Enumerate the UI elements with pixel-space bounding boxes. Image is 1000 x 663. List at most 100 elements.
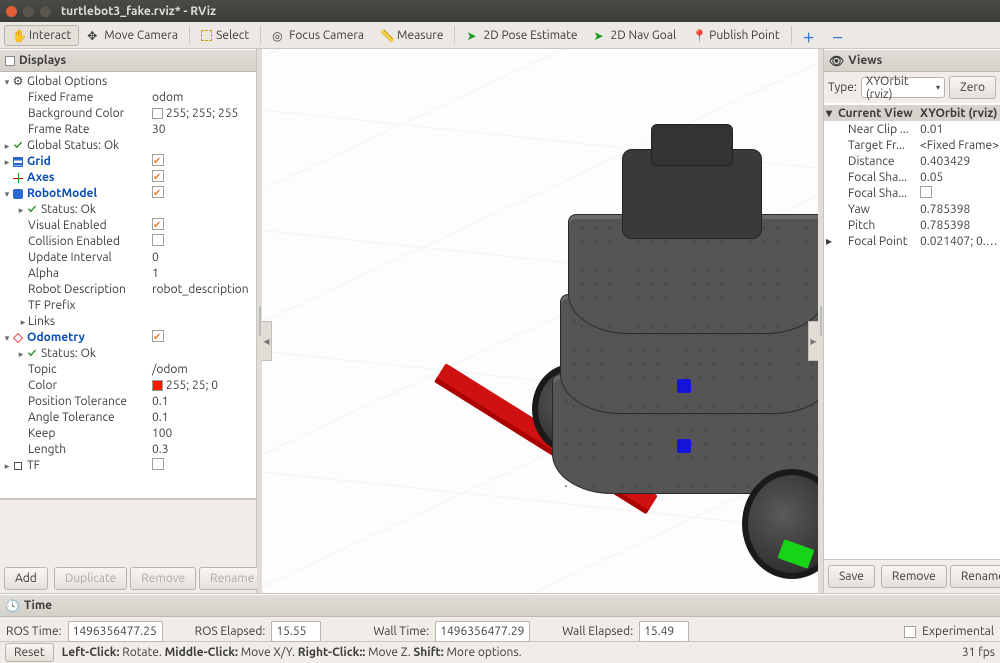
tree-item-grid[interactable]: ▸Grid	[0, 154, 256, 170]
duplicate-button[interactable]: Duplicate	[54, 567, 127, 590]
displays-tree[interactable]: ▾⚙Global Options Fixed Frameodom Backgro…	[0, 72, 256, 499]
prop-focal-point[interactable]: ▸Focal Point0.021407; 0.01...	[824, 233, 1000, 249]
experimental-checkbox[interactable]	[904, 626, 916, 638]
tree-item-tf[interactable]: ▸TF	[0, 458, 256, 474]
prop-keep[interactable]: Keep100	[0, 426, 256, 442]
save-button[interactable]: Save	[828, 565, 875, 588]
tree-item-global-status[interactable]: ▸Global Status: Ok	[0, 138, 256, 154]
reset-button[interactable]: Reset	[5, 643, 54, 662]
select-button[interactable]: Select	[193, 25, 257, 46]
view-type-row: Type: XYOrbit (rviz)▾ Zero	[824, 72, 1000, 103]
ros-elapsed-field[interactable]: 15.55	[271, 621, 321, 642]
prop-robot-description[interactable]: Robot Descriptionrobot_description	[0, 282, 256, 298]
checkbox[interactable]	[152, 170, 164, 182]
prop-alpha[interactable]: Alpha1	[0, 266, 256, 282]
tree-item-od-status[interactable]: ▸Status: Ok	[0, 346, 256, 362]
prop-distance[interactable]: Distance0.403429	[824, 153, 1000, 169]
tree-item-axes[interactable]: Axes	[0, 170, 256, 186]
checkbox[interactable]	[152, 330, 164, 342]
move-camera-icon: ✥	[87, 29, 100, 42]
wall-elapsed-field[interactable]: 15.49	[639, 621, 689, 642]
tree-item-global-options[interactable]: ▾⚙Global Options	[0, 74, 256, 90]
prop-near-clip[interactable]: Near Clip ...0.01	[824, 121, 1000, 137]
separator	[791, 26, 792, 44]
interact-button[interactable]: ✋Interact	[4, 25, 79, 46]
tf-icon	[12, 460, 24, 472]
wall-elapsed-label: Wall Elapsed:	[562, 625, 633, 638]
checkbox[interactable]	[152, 186, 164, 198]
prop-collision-enabled[interactable]: Collision Enabled	[0, 234, 256, 250]
pose-estimate-button[interactable]: ➤2D Pose Estimate	[458, 25, 585, 46]
rename-button[interactable]: Rename	[950, 565, 1000, 588]
prop-pitch[interactable]: Pitch0.785398	[824, 217, 1000, 233]
tree-item-links[interactable]: ▸Links	[0, 314, 256, 330]
window-controls	[6, 6, 51, 17]
minimize-icon[interactable]	[23, 6, 34, 17]
remove-button[interactable]: Remove	[881, 565, 947, 588]
publish-point-button[interactable]: 📍Publish Point	[684, 25, 787, 46]
zero-button[interactable]: Zero	[949, 76, 996, 99]
prop-length[interactable]: Length0.3	[0, 442, 256, 458]
views-panel: 👁Views Type: XYOrbit (rviz)▾ Zero ▾Curre…	[823, 49, 1000, 593]
move-camera-button[interactable]: ✥Move Camera	[79, 25, 186, 46]
views-tree[interactable]: ▾Current ViewXYOrbit (rviz) Near Clip ..…	[824, 103, 1000, 560]
collapse-right-icon[interactable]: ▶	[808, 321, 818, 361]
view-type-combo[interactable]: XYOrbit (rviz)▾	[861, 77, 945, 98]
status-hint: Left-Click: Rotate. Middle-Click: Move X…	[62, 646, 522, 659]
prop-frame-rate[interactable]: Frame Rate30	[0, 122, 256, 138]
separator	[189, 26, 190, 44]
prop-tf-prefix[interactable]: TF Prefix	[0, 298, 256, 314]
3d-viewport[interactable]: ◀ ▶	[262, 49, 818, 593]
prop-angle-tolerance[interactable]: Angle Tolerance0.1	[0, 410, 256, 426]
close-icon[interactable]	[6, 6, 17, 17]
measure-button[interactable]: 📏Measure	[372, 25, 451, 46]
robot-model	[412, 89, 702, 564]
wall-time-field[interactable]: 1496356477.29	[435, 621, 530, 642]
rename-button[interactable]: Rename	[199, 567, 265, 590]
time-header[interactable]: 🕓Time	[0, 594, 1000, 617]
views-header[interactable]: 👁Views	[824, 49, 1000, 72]
current-view-row[interactable]: ▾Current ViewXYOrbit (rviz)	[824, 105, 1000, 121]
displays-header[interactable]: Displays	[0, 49, 256, 72]
ros-time-field[interactable]: 1496356477.25	[68, 621, 163, 642]
status-bar: Reset Left-Click: Rotate. Middle-Click: …	[0, 641, 1000, 663]
description-area	[0, 499, 256, 562]
checkbox[interactable]	[152, 154, 164, 166]
axis-marker	[677, 439, 691, 453]
prop-yaw[interactable]: Yaw0.785398	[824, 201, 1000, 217]
checkbox[interactable]	[152, 458, 164, 470]
prop-update-interval[interactable]: Update Interval0	[0, 250, 256, 266]
remove-button[interactable]: Remove	[130, 567, 196, 590]
prop-fixed-frame[interactable]: Fixed Frameodom	[0, 90, 256, 106]
add-button[interactable]: Add	[4, 567, 48, 590]
checkbox[interactable]	[152, 234, 164, 246]
axes-icon	[12, 172, 24, 184]
main-area: Displays ▾⚙Global Options Fixed Frameodo…	[0, 49, 1000, 593]
collapse-left-icon[interactable]: ◀	[262, 321, 272, 361]
prop-visual-enabled[interactable]: Visual Enabled	[0, 218, 256, 234]
displays-panel: Displays ▾⚙Global Options Fixed Frameodo…	[0, 49, 257, 593]
check-icon	[26, 348, 38, 360]
focus-camera-button[interactable]: ◎Focus Camera	[264, 25, 372, 46]
grid-icon	[12, 156, 24, 168]
nav-goal-button[interactable]: ➤2D Nav Goal	[586, 25, 685, 46]
prop-topic[interactable]: Topic/odom	[0, 362, 256, 378]
tree-item-rm-status[interactable]: ▸Status: Ok	[0, 202, 256, 218]
prop-focal-shape[interactable]: Focal Sha...0.05	[824, 169, 1000, 185]
prop-target-frame[interactable]: Target Fr...<Fixed Frame>	[824, 137, 1000, 153]
remove-tool-button[interactable]: －	[824, 25, 853, 46]
checkbox[interactable]	[920, 186, 932, 198]
add-tool-button[interactable]: ＋	[795, 25, 824, 46]
prop-position-tolerance[interactable]: Position Tolerance0.1	[0, 394, 256, 410]
checkbox[interactable]	[152, 218, 164, 230]
experimental-label: Experimental	[922, 625, 994, 638]
title-bar: turtlebot3_fake.rviz* - RViz	[0, 0, 1000, 22]
prop-color[interactable]: Color255; 25; 0	[0, 378, 256, 394]
clock-icon: 🕓	[5, 599, 20, 613]
prop-background-color[interactable]: Background Color255; 255; 255	[0, 106, 256, 122]
tree-item-odometry[interactable]: ▾Odometry	[0, 330, 256, 346]
maximize-icon[interactable]	[40, 6, 51, 17]
prop-focal-shape2[interactable]: Focal Sha...	[824, 185, 1000, 201]
tree-item-robotmodel[interactable]: ▾RobotModel	[0, 186, 256, 202]
ros-time-label: ROS Time:	[6, 625, 62, 638]
